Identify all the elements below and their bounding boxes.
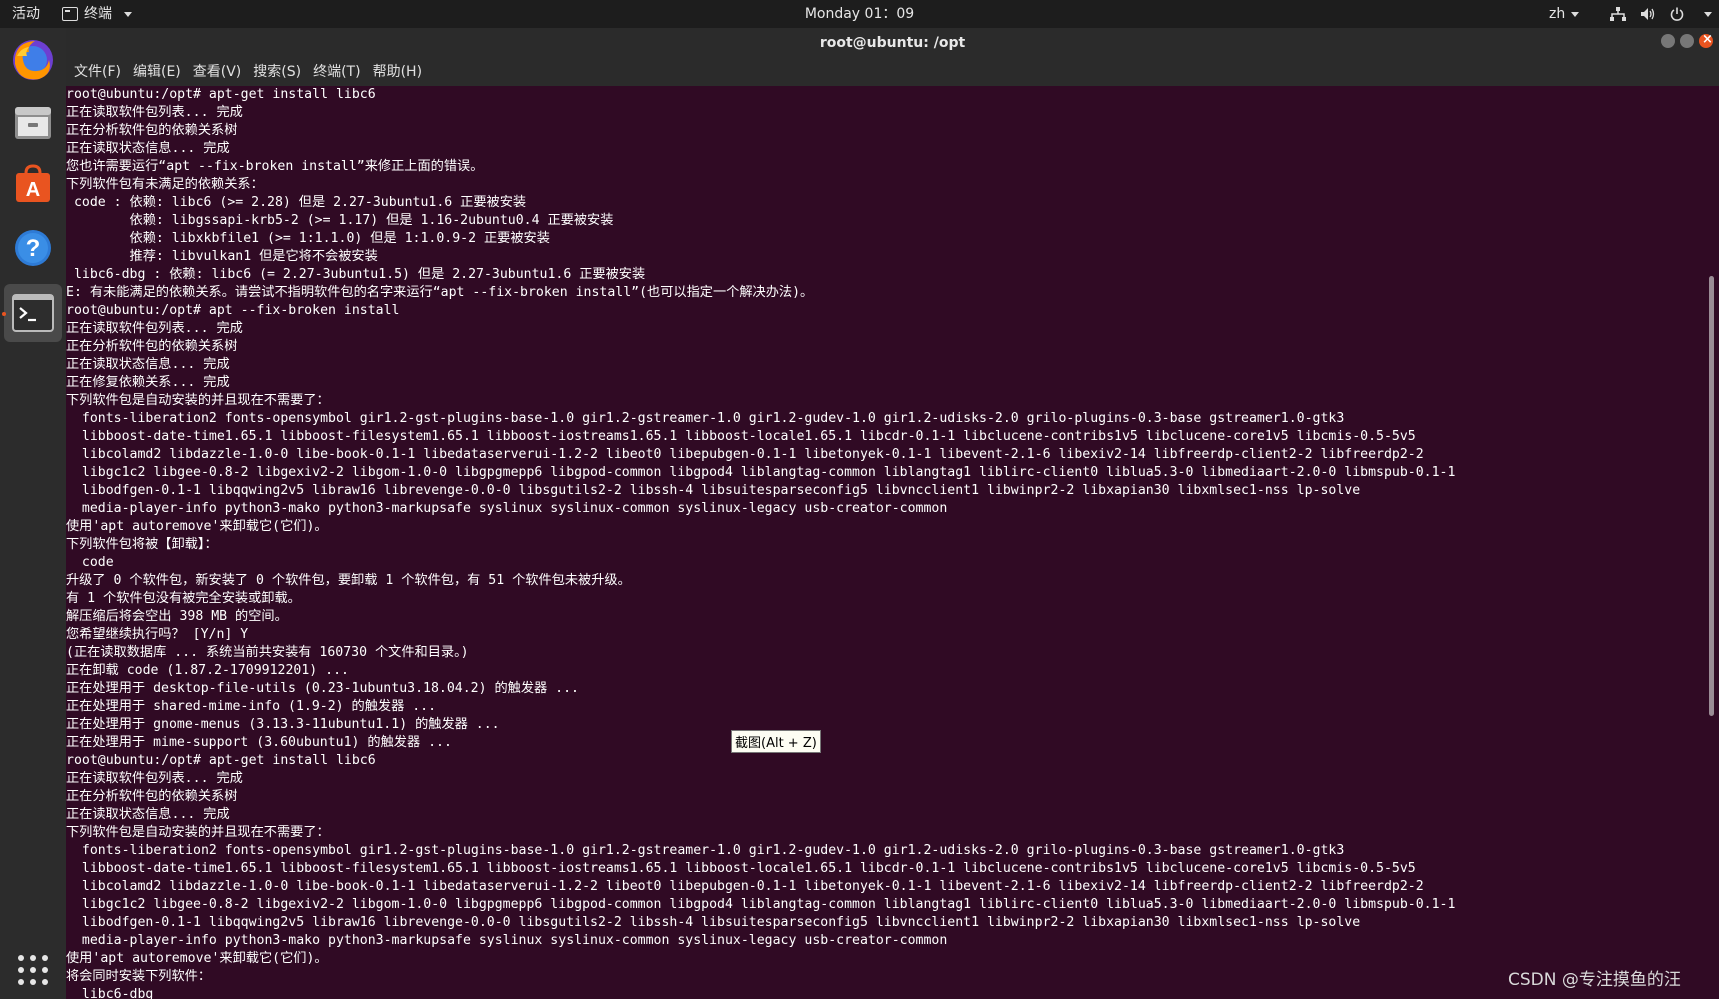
show-applications-button[interactable]	[9, 946, 57, 994]
software-center-icon: A	[16, 164, 50, 202]
terminal-line: 正在修复依赖关系... 完成	[66, 375, 230, 390]
terminal-line: 正在读取状态信息... 完成	[66, 141, 230, 156]
terminal-line: 正在分析软件包的依赖关系树	[66, 339, 238, 354]
terminal-line: 使用'apt autoremove'来卸载它(它们)。	[66, 951, 328, 966]
terminal-line: 正在卸载 code (1.87.2-1709912201) ...	[66, 663, 349, 678]
terminal-line: 将会同时安装下列软件：	[66, 969, 212, 984]
terminal-line: 正在分析软件包的依赖关系树	[66, 123, 238, 138]
show-apps-icon	[18, 955, 48, 985]
terminal-line: 依赖: libgssapi-krb5-2 (>= 1.17) 但是 1.16-2…	[66, 213, 614, 228]
power-icon	[1670, 7, 1684, 21]
terminal-line: libc6-dbg : 依赖: libc6 (= 2.27-3ubuntu1.5…	[66, 267, 646, 282]
watermark: CSDN @专注摸鱼的汪	[1508, 970, 1681, 990]
terminal-line: root@ubuntu:/opt# apt-get install libc6	[66, 87, 376, 102]
terminal-line: 解压缩后将会空出 398 MB 的空间。	[66, 609, 288, 624]
dock: A ?	[0, 28, 66, 999]
menu-file[interactable]: 文件(F)	[68, 58, 127, 86]
terminal-line: fonts-liberation2 fonts-opensymbol gir1.…	[66, 411, 1345, 426]
minimize-button[interactable]	[1661, 34, 1675, 48]
menu-view[interactable]: 查看(V)	[187, 58, 248, 86]
terminal-line: libgc1c2 libgee-0.8-2 libgexiv2-2 libgom…	[66, 897, 1456, 912]
terminal-line: 使用'apt autoremove'来卸载它(它们)。	[66, 519, 328, 534]
menu-terminal[interactable]: 终端(T)	[307, 58, 366, 86]
terminal-line: root@ubuntu:/opt# apt --fix-broken insta…	[66, 303, 400, 318]
terminal-line: 正在读取软件包列表... 完成	[66, 321, 243, 336]
terminal-line: libodfgen-0.1-1 libqqwing2v5 libraw16 li…	[66, 483, 1361, 498]
terminal-line: media-player-info python3-mako python3-m…	[66, 501, 948, 516]
help-icon: ?	[15, 230, 51, 266]
terminal-line: 正在处理用于 shared-mime-info (1.9-2) 的触发器 ...	[66, 699, 437, 714]
terminal-line: 正在读取软件包列表... 完成	[66, 105, 243, 120]
terminal-line: libgc1c2 libgee-0.8-2 libgexiv2-2 libgom…	[66, 465, 1456, 480]
terminal-line: libboost-date-time1.65.1 libboost-filesy…	[66, 429, 1416, 444]
terminal-line: libboost-date-time1.65.1 libboost-filesy…	[66, 861, 1416, 876]
firefox-launcher[interactable]	[9, 36, 57, 84]
input-method-label: zh	[1549, 6, 1566, 22]
terminal-line: 推荐: libvulkan1 但是它将不会被安装	[66, 249, 378, 264]
terminal-line: 正在处理用于 desktop-file-utils (0.23-1ubuntu3…	[66, 681, 579, 696]
terminal-line: 正在处理用于 gnome-menus (3.13.3-11ubuntu1.1) …	[66, 717, 500, 732]
clock[interactable]: Monday 01：09	[0, 0, 1719, 28]
terminal-line: 下列软件包有未满足的依赖关系：	[66, 177, 264, 192]
chevron-down-icon	[1704, 11, 1712, 17]
screenshot-tooltip: 截图(Alt + Z)	[731, 730, 821, 753]
menu-search[interactable]: 搜索(S)	[247, 58, 307, 86]
terminal-line: 下列软件包是自动安装的并且现在不需要了：	[66, 393, 330, 408]
terminal-line: media-player-info python3-mako python3-m…	[66, 933, 948, 948]
maximize-button[interactable]	[1680, 34, 1694, 48]
terminal-line: 有 1 个软件包没有被完全安装或卸载。	[66, 591, 301, 606]
menu-edit[interactable]: 编辑(E)	[127, 58, 187, 86]
terminal-line: 依赖: libxkbfile1 (>= 1:1.1.0) 但是 1:1.0.9-…	[66, 231, 550, 246]
scrollbar-thumb[interactable]	[1709, 276, 1714, 716]
help-launcher[interactable]: ?	[9, 224, 57, 272]
terminal-line: 正在读取状态信息... 完成	[66, 357, 230, 372]
network-icon	[1610, 7, 1626, 21]
terminal-line: 正在分析软件包的依赖关系树	[66, 789, 238, 804]
window-titlebar[interactable]: root@ubuntu: /opt	[66, 28, 1719, 58]
terminal-line: 下列软件包是自动安装的并且现在不需要了：	[66, 825, 330, 840]
software-center-launcher[interactable]: A	[9, 160, 57, 208]
svg-text:?: ?	[26, 235, 41, 262]
terminal-line: 正在读取状态信息... 完成	[66, 807, 230, 822]
window-title: root@ubuntu: /opt	[819, 35, 966, 51]
files-icon	[15, 107, 51, 139]
scrollbar[interactable]	[1702, 86, 1719, 999]
terminal-line: libc6-dbg	[66, 987, 154, 999]
top-bar: 活动 终端 Monday 01：09 zh	[0, 0, 1719, 28]
menu-bar: 文件(F) 编辑(E) 查看(V) 搜索(S) 终端(T) 帮助(H)	[66, 58, 1719, 86]
files-launcher[interactable]	[9, 98, 57, 146]
close-button[interactable]	[1699, 31, 1713, 49]
volume-icon	[1641, 8, 1655, 20]
terminal-line: E: 有未能满足的依赖关系。请尝试不指明软件包的名字来运行“apt --fix-…	[66, 285, 814, 300]
terminal-line: libodfgen-0.1-1 libqqwing2v5 libraw16 li…	[66, 915, 1361, 930]
terminal-icon	[12, 294, 54, 332]
window-controls	[1661, 31, 1713, 49]
system-menu[interactable]	[1610, 0, 1712, 28]
terminal-line: 您也许需要运行“apt --fix-broken install”来修正上面的错…	[66, 159, 484, 174]
terminal-line: root@ubuntu:/opt# apt-get install libc6	[66, 753, 376, 768]
terminal-line: code : 依赖: libc6 (>= 2.28) 但是 2.27-3ubun…	[66, 195, 527, 210]
svg-text:A: A	[26, 179, 40, 201]
terminal-line: libcolamd2 libdazzle-1.0-0 libe-book-0.1…	[66, 879, 1424, 894]
terminal-line: 下列软件包将被【卸载】：	[66, 537, 218, 552]
terminal-line: 正在读取软件包列表... 完成	[66, 771, 243, 786]
menu-help[interactable]: 帮助(H)	[367, 58, 428, 86]
firefox-icon	[13, 40, 53, 80]
terminal-line: 升级了 0 个软件包，新安装了 0 个软件包，要卸载 1 个软件包，有 51 个…	[66, 573, 631, 588]
terminal-launcher[interactable]	[4, 284, 62, 342]
running-indicator	[2, 312, 6, 316]
terminal-line: code	[66, 555, 114, 570]
terminal-line: (正在读取数据库 ... 系统当前共安装有 160730 个文件和目录。)	[66, 645, 469, 660]
terminal-line: fonts-liberation2 fonts-opensymbol gir1.…	[66, 843, 1345, 858]
terminal-line: 您希望继续执行吗？ [Y/n] Y	[66, 627, 249, 642]
chevron-down-icon	[1571, 11, 1580, 17]
terminal-line: libcolamd2 libdazzle-1.0-0 libe-book-0.1…	[66, 447, 1424, 462]
terminal-line: 正在处理用于 mime-support (3.60ubuntu1) 的触发器 .…	[66, 735, 452, 750]
input-method-menu[interactable]: zh	[1549, 0, 1580, 28]
terminal-output[interactable]: root@ubuntu:/opt# apt-get install libc6 正…	[66, 86, 1702, 999]
